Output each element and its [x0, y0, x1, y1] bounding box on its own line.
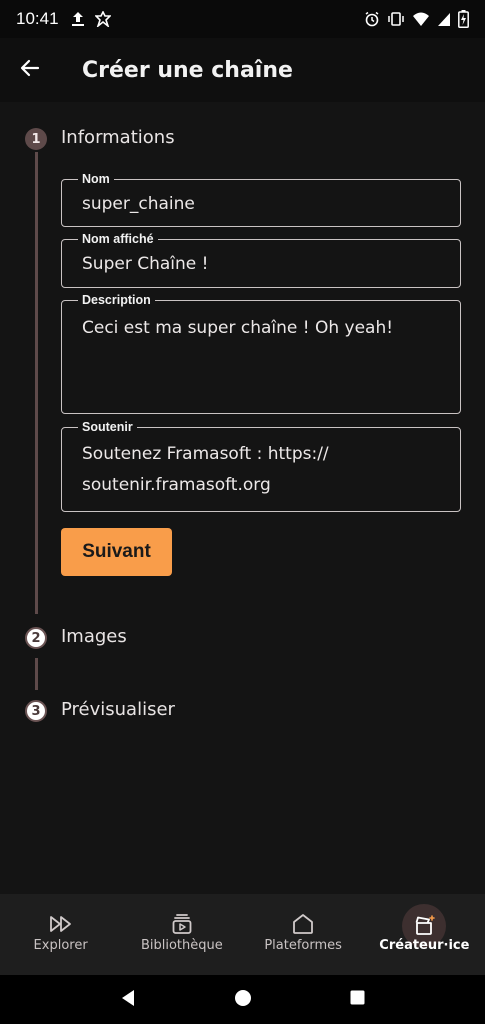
step-1-number: 1: [25, 128, 47, 150]
nav-explorer-label: Explorer: [33, 938, 88, 953]
support-field-value[interactable]: Soutenez Framasoft : https:// soutenir.f…: [82, 439, 442, 501]
nav-creator-label: Créateur·ice: [379, 938, 470, 953]
system-back-button[interactable]: [108, 980, 148, 1020]
arrow-left-icon: [20, 59, 40, 81]
bottom-navigation: Explorer Bibliothèque Plateformes Créate…: [0, 894, 485, 975]
back-button[interactable]: [2, 42, 58, 98]
nav-explorer[interactable]: Explorer: [0, 894, 121, 975]
library-icon: [160, 909, 204, 939]
display-name-field[interactable]: Nom affiché Super Chaîne !: [61, 231, 461, 288]
step-connector-2: [35, 658, 38, 690]
alarm-icon: [364, 11, 380, 27]
battery-charging-icon: [458, 10, 469, 28]
app-notification-icon: [94, 11, 111, 27]
step-connector-1: [35, 152, 38, 614]
next-button[interactable]: Suivant: [61, 528, 172, 576]
top-app-bar: Créer une chaîne: [0, 38, 485, 102]
display-name-field-label: Nom affiché: [78, 231, 158, 247]
step-3-label[interactable]: Prévisualiser: [61, 699, 175, 720]
wifi-icon: [412, 12, 430, 27]
name-field-value[interactable]: super_chaine: [82, 189, 442, 220]
system-recents-button[interactable]: [338, 980, 378, 1020]
nav-platforms[interactable]: Plateformes: [243, 894, 364, 975]
nav-library[interactable]: Bibliothèque: [121, 894, 242, 975]
nav-creator[interactable]: Créateur·ice: [364, 894, 485, 975]
display-name-field-value[interactable]: Super Chaîne !: [82, 249, 442, 280]
vibrate-icon: [387, 11, 405, 27]
description-field-label: Description: [78, 292, 155, 308]
fast-forward-icon: [39, 909, 83, 939]
back-triangle-icon: [120, 989, 136, 1011]
system-navigation-bar: [0, 975, 485, 1024]
step-2-label[interactable]: Images: [61, 626, 127, 647]
page-title: Créer une chaîne: [82, 57, 293, 83]
name-field[interactable]: Nom super_chaine: [61, 171, 461, 227]
support-field[interactable]: Soutenir Soutenez Framasoft : https:// s…: [61, 419, 461, 512]
status-time: 10:41: [16, 9, 59, 28]
description-field[interactable]: Description Ceci est ma super chaîne ! O…: [61, 292, 461, 414]
description-field-value[interactable]: Ceci est ma super chaîne ! Oh yeah!: [82, 313, 442, 344]
signal-icon: [437, 12, 451, 27]
step-1-label[interactable]: Informations: [61, 127, 175, 148]
recents-square-icon: [350, 990, 365, 1009]
upload-icon: [71, 11, 85, 27]
step-3-number: 3: [25, 700, 47, 722]
home-icon: [281, 909, 325, 939]
nav-platforms-label: Plateformes: [264, 938, 342, 953]
status-bar: 10:41: [0, 0, 485, 38]
nav-library-label: Bibliothèque: [140, 938, 223, 953]
support-field-label: Soutenir: [78, 419, 137, 435]
create-channel-form: 1 Informations Nom super_chaine Nom affi…: [0, 102, 485, 894]
system-home-button[interactable]: [223, 980, 263, 1020]
name-field-label: Nom: [78, 171, 114, 187]
step-2-number: 2: [25, 627, 47, 649]
home-circle-icon: [234, 989, 252, 1011]
